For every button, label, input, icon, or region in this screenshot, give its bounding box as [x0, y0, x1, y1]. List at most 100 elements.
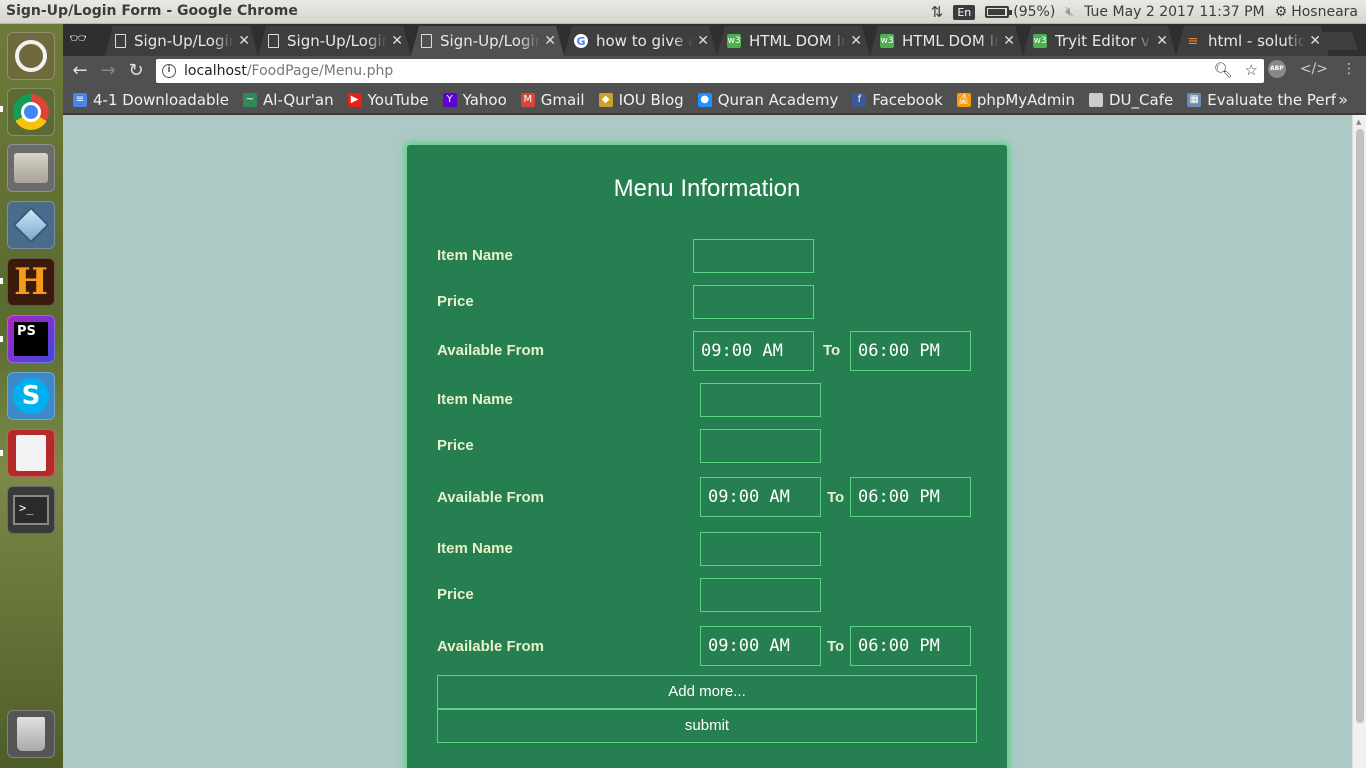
bookmark-star-icon[interactable]: ☆	[1245, 61, 1258, 79]
adblock-icon[interactable]: ABP	[1267, 60, 1286, 78]
price-input[interactable]	[700, 429, 821, 463]
bookmark-label: Evaluate the Perf	[1207, 90, 1337, 109]
zoom-icon[interactable]: 🔍︎	[1214, 61, 1233, 79]
available-from-time-input[interactable]: 09:00 AM	[700, 626, 821, 666]
bookmarks-overflow-button[interactable]: »	[1338, 90, 1348, 109]
item-name-input[interactable]	[700, 383, 821, 417]
add-more-button[interactable]: Add more...	[437, 675, 977, 709]
to-label: To	[827, 638, 845, 655]
close-tab-icon[interactable]: ✕	[544, 33, 556, 49]
tab-title: Tryit Editor v3	[1055, 32, 1153, 50]
facebook-icon: f	[852, 92, 867, 107]
item-name-input[interactable]	[693, 239, 814, 273]
bookmark-item[interactable]: f Facebook	[852, 91, 943, 109]
user-name: Hosneara	[1291, 4, 1358, 20]
trash-icon[interactable]	[7, 710, 55, 758]
new-tab-button[interactable]	[1317, 32, 1359, 50]
bookmark-item[interactable]: ● Quran Academy	[697, 91, 838, 109]
scrollbar-thumb[interactable]	[1356, 129, 1364, 723]
reload-button[interactable]: ↻	[125, 60, 147, 82]
browser-tab[interactable]: w3 HTML DOM Input✕	[717, 26, 870, 56]
submit-button[interactable]: submit	[437, 709, 977, 743]
bookmark-label: phpMyAdmin	[976, 90, 1075, 109]
hex-editor-icon[interactable]: H	[7, 258, 55, 306]
code-extension-icon[interactable]: </>	[1300, 61, 1328, 77]
clock[interactable]: Tue May 2 2017 11:37 PM	[1084, 4, 1265, 20]
available-to-time-input[interactable]: 06:00 PM	[850, 626, 971, 666]
network-icon[interactable]: ⇅	[931, 3, 944, 21]
browser-tab[interactable]: Sign-Up/Login Form✕	[105, 26, 258, 56]
top-panel: Sign-Up/Login Form - Google Chrome ⇅ En …	[0, 0, 1366, 24]
site-info-icon[interactable]: i	[162, 64, 176, 78]
skype-icon[interactable]: S	[7, 372, 55, 420]
circle-icon: ●	[697, 92, 712, 107]
running-indicator	[0, 278, 3, 284]
system-tray: ⇅ En (95%) 🔇︎ Tue May 2 2017 11:37 PM ⚙ …	[931, 2, 1358, 22]
document-viewer-icon[interactable]	[7, 429, 55, 477]
address-bar[interactable]: i localhost/FoodPage/Menu.php 🔍︎ ☆	[156, 59, 1264, 83]
chrome-icon[interactable]	[7, 88, 55, 136]
browser-tab[interactable]: Ghow to give a ✕	[564, 26, 717, 56]
price-input[interactable]	[693, 285, 814, 319]
url-path: /FoodPage/Menu.php	[246, 63, 394, 79]
item-name-label: Item Name	[437, 391, 513, 408]
virtualbox-icon[interactable]	[7, 201, 55, 249]
available-to-time-input[interactable]: 06:00 PM	[850, 477, 971, 517]
session-menu[interactable]: ⚙ Hosneara	[1275, 4, 1358, 20]
form-title: Menu Information	[613, 175, 801, 202]
close-tab-icon[interactable]: ✕	[391, 33, 403, 49]
battery-percent: (95%)	[1013, 4, 1056, 20]
close-tab-icon[interactable]: ✕	[1003, 33, 1015, 49]
close-tab-icon[interactable]: ✕	[697, 33, 709, 49]
browser-tab[interactable]: Sign-Up/Login Form✕	[258, 26, 411, 56]
item-name-label: Item Name	[437, 247, 513, 264]
tab-title: Sign-Up/Login Form	[134, 32, 235, 50]
battery-indicator[interactable]: (95%)	[985, 4, 1055, 20]
bookmark-item[interactable]: ▦ Evaluate the Perf	[1187, 91, 1336, 109]
price-label: Price	[437, 586, 474, 603]
back-button[interactable]: ←	[69, 60, 91, 82]
bookmark-item[interactable]: ▶ YouTube	[347, 91, 429, 109]
files-icon[interactable]	[7, 144, 55, 192]
terminal-icon[interactable]: >_	[7, 486, 55, 534]
available-from-label: Available From	[437, 342, 544, 359]
bookmark-item[interactable]: Y Yahoo	[442, 91, 507, 109]
phpstorm-icon[interactable]: PS	[7, 315, 55, 363]
browser-tab[interactable]: w3 Tryit Editor v3 ✕	[1023, 26, 1176, 56]
tab-title: Sign-Up/Login Form	[287, 32, 388, 50]
available-to-time-input[interactable]: 06:00 PM	[850, 331, 971, 371]
bookmark-item[interactable]: ◆ IOU Blog	[598, 91, 684, 109]
tab-title: html - solution	[1208, 32, 1306, 50]
bookmark-label: DU_Cafe	[1109, 90, 1174, 109]
browser-tab[interactable]: ≡html - solution✕	[1176, 26, 1329, 56]
item-name-input[interactable]	[700, 532, 821, 566]
to-label: To	[823, 342, 841, 359]
price-input[interactable]	[700, 578, 821, 612]
toolbar: ← → ↻ i localhost/FoodPage/Menu.php 🔍︎ ☆…	[63, 56, 1366, 86]
bookmark-item[interactable]: M Gmail	[520, 91, 585, 109]
bookmark-item[interactable]: ⛵︎ phpMyAdmin	[956, 90, 1075, 109]
page-scrollbar[interactable]: ▲	[1352, 115, 1366, 768]
browser-tab[interactable]: Sign-Up/Login Form✕	[411, 26, 564, 56]
bookmark-item[interactable]: DU_Cafe	[1089, 91, 1173, 109]
available-from-time-input[interactable]: 09:00 AM	[700, 477, 821, 517]
browser-tab[interactable]: w3 HTML DOM Input✕	[870, 26, 1023, 56]
close-tab-icon[interactable]: ✕	[850, 33, 862, 49]
bookmark-item[interactable]: ~ Al-Qur'an	[242, 91, 334, 109]
yahoo-icon: Y	[442, 92, 457, 107]
close-tab-icon[interactable]: ✕	[1156, 33, 1168, 49]
close-tab-icon[interactable]: ✕	[238, 33, 250, 49]
menu-icon[interactable]: ⋮	[1342, 61, 1356, 77]
page-icon	[268, 34, 279, 48]
running-indicator	[0, 106, 3, 112]
ubuntu-dash-icon[interactable]	[7, 32, 55, 80]
sail-icon: ⛵︎	[956, 92, 971, 107]
price-label: Price	[437, 437, 474, 454]
forward-button[interactable]: →	[97, 60, 119, 82]
available-from-time-input[interactable]: 09:00 AM	[693, 331, 814, 371]
bookmark-item[interactable]: ≡ 4-1 Downloadable	[73, 91, 229, 109]
bird-icon: ~	[242, 92, 257, 107]
keyboard-layout-indicator[interactable]: En	[953, 4, 976, 20]
volume-muted-icon[interactable]: 🔇︎	[1065, 4, 1074, 20]
scroll-up-arrow-icon[interactable]: ▲	[1356, 118, 1361, 126]
